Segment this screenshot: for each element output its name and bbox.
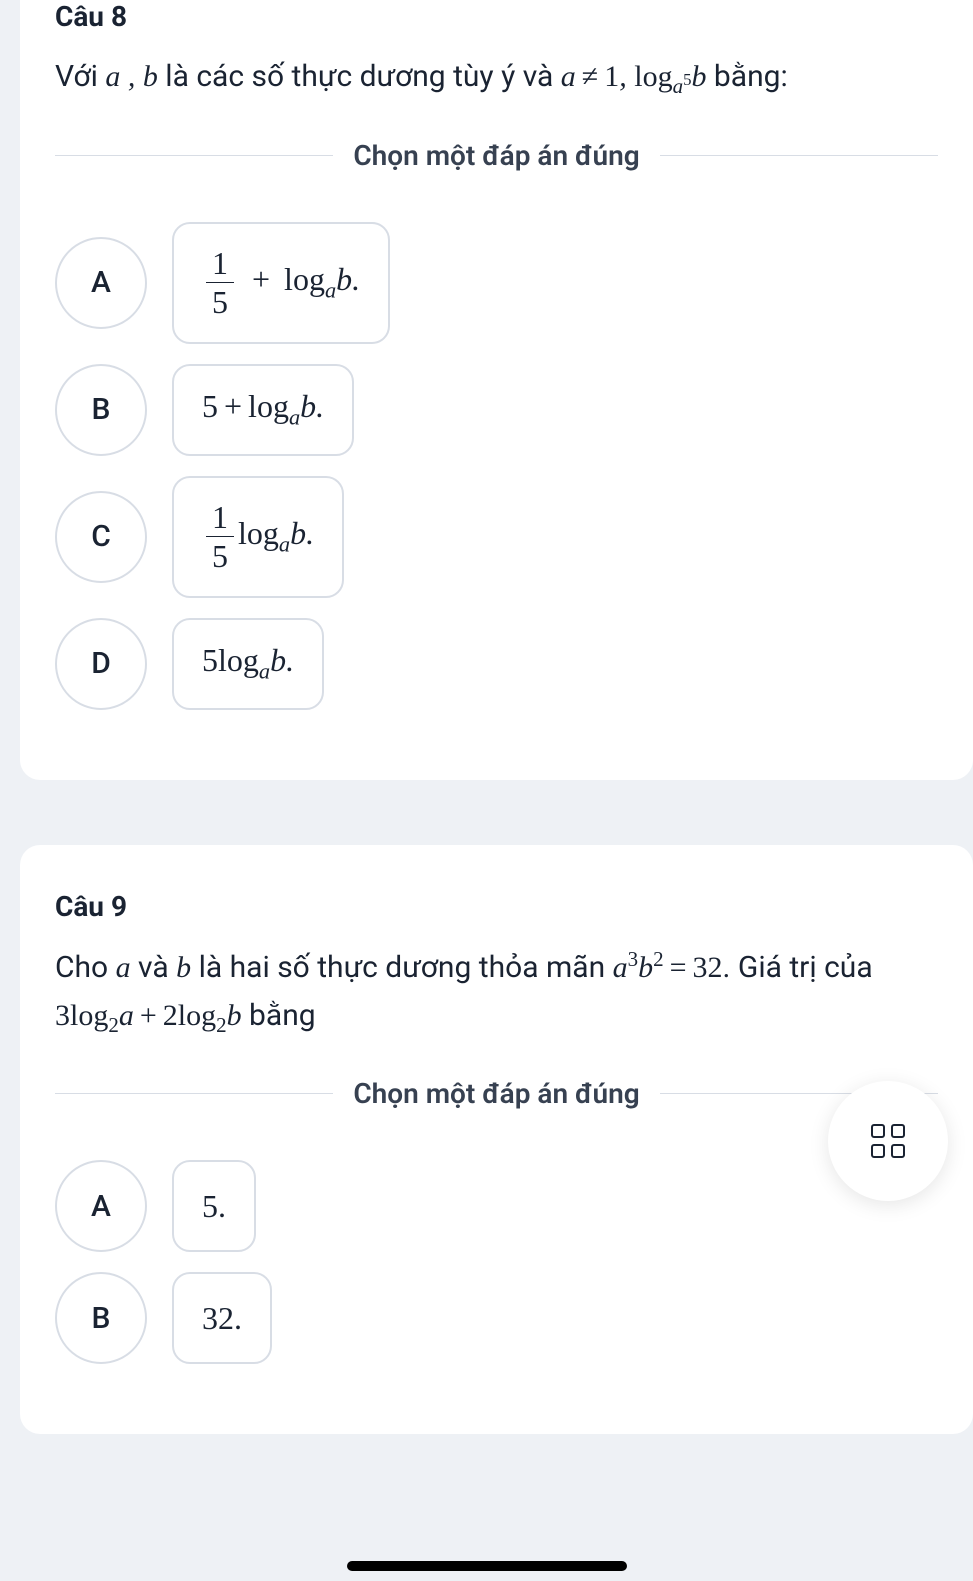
q9-math-expr: 3log2a+2log2b: [55, 999, 242, 1032]
option-letter-b: B: [55, 364, 147, 456]
question-8-card: Câu 8 Với a , b là các số thực dương tùy…: [20, 0, 973, 780]
option-letter-b: B: [55, 1272, 147, 1364]
option-content-d: 5logab.: [172, 618, 324, 710]
grid-menu-button[interactable]: [828, 1081, 948, 1201]
home-indicator: [347, 1561, 627, 1571]
q8-text: Với a , b là các số thực dương tùy ý và …: [55, 53, 938, 104]
q9-math-a: a: [116, 951, 131, 984]
q9-text-part: và: [131, 950, 177, 985]
grid-icon: [871, 1124, 905, 1158]
option-letter-a: A: [55, 1160, 147, 1252]
q9-divider: Chọn một đáp án đúng: [55, 1077, 938, 1110]
option-content-a: 15 + logab.: [172, 222, 390, 344]
q9-text-part: bằng: [242, 998, 316, 1033]
q9-option-a[interactable]: A 5.: [55, 1160, 938, 1252]
q8-math-ne1: a≠1, loga5b: [561, 60, 707, 93]
option-content-a: 5.: [172, 1160, 256, 1252]
option-content-b: 32.: [172, 1272, 272, 1364]
divider-text: Chọn một đáp án đúng: [333, 1077, 659, 1110]
q8-math-ab: a , b: [105, 60, 158, 93]
option-content-b: 5+logab.: [172, 364, 354, 456]
option-letter-a: A: [55, 237, 147, 329]
q8-option-b[interactable]: B 5+logab.: [55, 364, 938, 456]
option-content-c: 15logab.: [172, 476, 344, 598]
q8-title: Câu 8: [55, 0, 938, 33]
q9-text-part: . Giá trị của: [723, 950, 873, 985]
q8-option-c[interactable]: C 15logab.: [55, 476, 938, 598]
divider-line: [660, 155, 938, 156]
q8-option-d[interactable]: D 5logab.: [55, 618, 938, 710]
q9-math-eq: a3b2=32: [613, 951, 723, 984]
q9-option-b[interactable]: B 32.: [55, 1272, 938, 1364]
q9-text-part: là hai số thực dương thỏa mãn: [191, 950, 612, 985]
q9-text-part: Cho: [55, 950, 116, 985]
q9-math-b: b: [176, 951, 191, 984]
q8-text-part: Với: [55, 59, 105, 94]
q8-text-part: là các số thực dương tùy ý và: [158, 59, 561, 94]
q9-text: Cho a và b là hai số thực dương thỏa mãn…: [55, 943, 938, 1043]
q8-divider: Chọn một đáp án đúng: [55, 139, 938, 172]
q8-option-a[interactable]: A 15 + logab.: [55, 222, 938, 344]
q8-text-part: bằng:: [706, 59, 787, 94]
divider-line: [55, 1093, 333, 1094]
divider-line: [55, 155, 333, 156]
option-letter-d: D: [55, 618, 147, 710]
divider-text: Chọn một đáp án đúng: [333, 139, 659, 172]
q9-title: Câu 9: [55, 890, 938, 923]
option-letter-c: C: [55, 491, 147, 583]
